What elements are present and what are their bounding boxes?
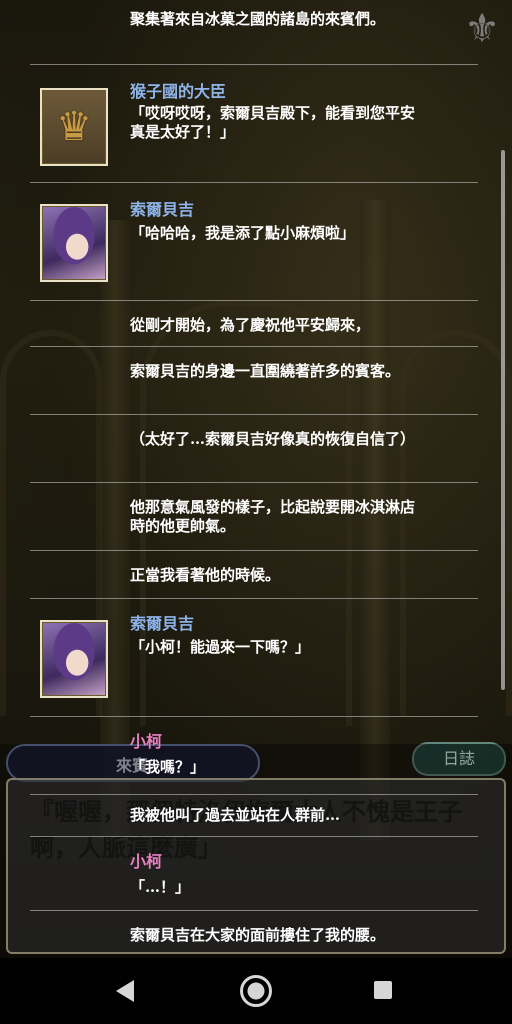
speaker-label: 猴子國的大臣	[130, 82, 227, 101]
log-entry: 聚集著來自冰菓之國的諸島的來賓們。	[30, 0, 478, 65]
log-entry: 小柯 「…！」	[30, 836, 478, 911]
speaker-label: 小柯	[130, 732, 163, 751]
narration-text: 索爾貝吉在大家的面前摟住了我的腰。	[130, 926, 386, 944]
dialogue-line: 「…！」	[130, 878, 191, 896]
narration-text: 聚集著來自冰菓之國的諸島的來賓們。	[130, 10, 386, 28]
log-entry: （太好了…索爾貝吉好像真的恢復自信了）	[30, 414, 478, 483]
log-entry: 索爾貝吉的身邊一直圍繞著許多的賓客。	[30, 346, 478, 415]
character-portrait	[40, 620, 108, 698]
log-entry: 索爾貝吉 「哈哈哈，我是添了點小麻煩啦」	[30, 182, 478, 301]
dialogue-line: 「哎呀哎呀，索爾貝吉殿下，能看到您平安真是太好了！」	[130, 104, 416, 141]
dialogue-line: 「我嗎？」	[130, 758, 206, 776]
narration-text: 我被他叫了過去並站在人群前…	[130, 806, 341, 824]
crown-icon: ♛	[40, 88, 108, 166]
narration-text: （太好了…索爾貝吉好像真的恢復自信了）	[130, 430, 416, 448]
speaker-label: 小柯	[130, 852, 163, 871]
narration-text: 正當我看著他的時候。	[130, 566, 281, 584]
character-portrait	[40, 204, 108, 282]
log-entry: 索爾貝吉 「小柯！能過來一下嗎？」	[30, 598, 478, 717]
log-entry: 索爾貝吉在大家的面前摟住了我的腰。	[30, 910, 478, 958]
dialogue-line: 「小柯！能過來一下嗎？」	[130, 638, 311, 656]
log-entry: 小柯 「我嗎？」	[30, 716, 478, 795]
log-scrollbar[interactable]	[501, 150, 505, 690]
log-entry: 正當我看著他的時候。	[30, 550, 478, 599]
speaker-label: 索爾貝吉	[130, 200, 195, 219]
narration-text: 他那意氣風發的樣子，比起說要開冰淇淋店時的他更帥氣。	[130, 498, 416, 535]
log-entry: ♛ 猴子國的大臣 「哎呀哎呀，索爾貝吉殿下，能看到您平安真是太好了！」	[30, 64, 478, 183]
log-entry: 他那意氣風發的樣子，比起說要開冰淇淋店時的他更帥氣。	[30, 482, 478, 551]
log-entry: 從剛才開始，為了慶祝他平安歸來，	[30, 300, 478, 347]
log-entry: 我被他叫了過去並站在人群前…	[30, 794, 478, 837]
narration-text: 從剛才開始，為了慶祝他平安歸來，	[130, 316, 371, 334]
home-icon[interactable]	[240, 975, 272, 1007]
dialogue-line: 「哈哈哈，我是添了點小麻煩啦」	[130, 224, 356, 242]
speaker-label: 索爾貝吉	[130, 614, 195, 633]
back-icon[interactable]	[116, 980, 134, 1002]
narration-text: 索爾貝吉的身邊一直圍繞著許多的賓客。	[130, 362, 401, 380]
system-nav-bar	[0, 958, 512, 1024]
recent-apps-icon[interactable]	[374, 981, 392, 999]
